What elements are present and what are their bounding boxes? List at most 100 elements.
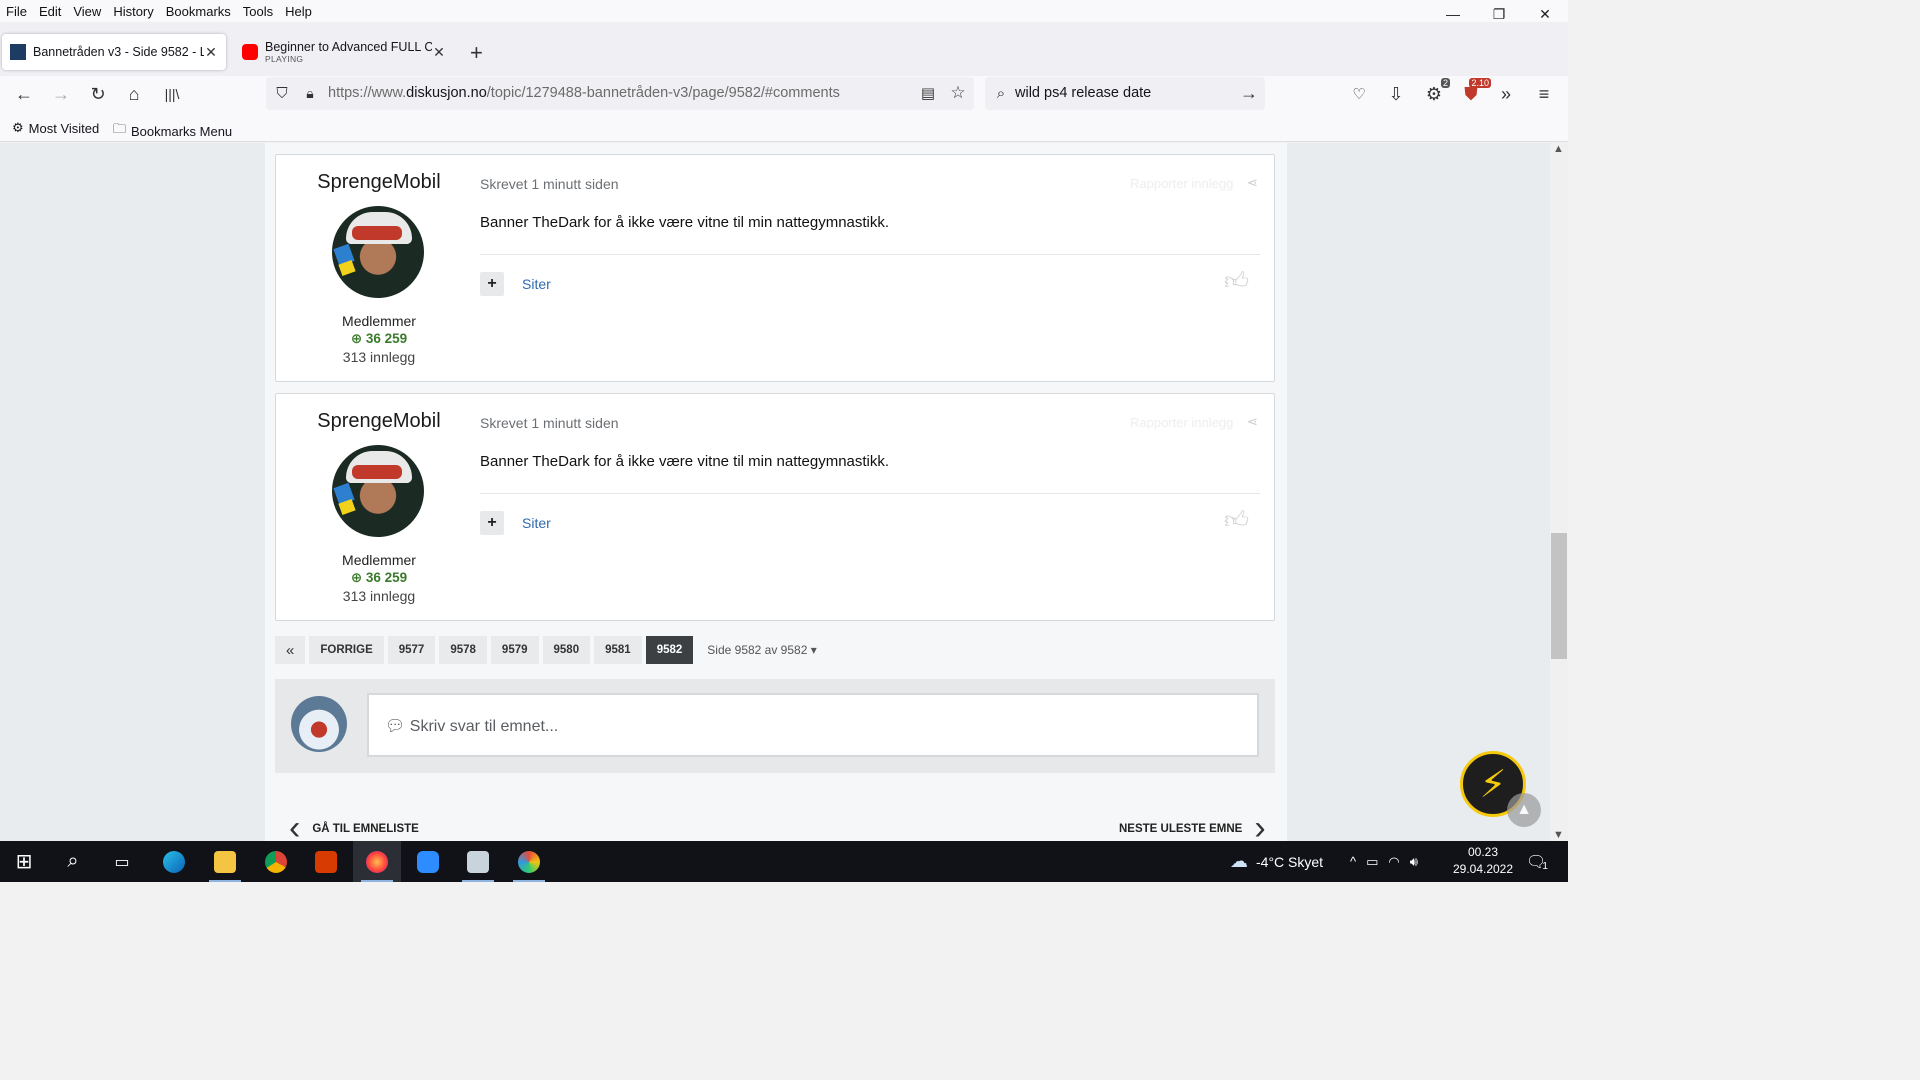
paint-app[interactable]: [505, 841, 553, 882]
next-unread-topic-link[interactable]: NESTE ULESTE EMNE ›: [1119, 809, 1266, 841]
ublock-icon[interactable]: ⛊ 2.10: [1459, 78, 1491, 106]
quote-button[interactable]: Siter: [522, 515, 551, 531]
chevron-up-icon[interactable]: ^: [1350, 854, 1356, 869]
file-explorer-app[interactable]: [201, 841, 249, 882]
firefox-app[interactable]: [353, 841, 401, 882]
multiquote-button[interactable]: +: [480, 511, 504, 535]
tab-title: Bannetråden v3 - Side 9582 - Le: [33, 45, 204, 59]
wifi-icon[interactable]: ◠: [1388, 854, 1399, 870]
extension-badge-icon[interactable]: ⚙ 2: [1422, 78, 1450, 106]
office-app[interactable]: [302, 841, 350, 882]
back-arrow-icon[interactable]: ←: [12, 82, 36, 106]
current-page[interactable]: 9582: [645, 636, 694, 664]
url-bar[interactable]: ⛉ 🔒︎ https://www.diskusjon.no/topic/1279…: [266, 77, 974, 110]
thumbs-up-icon[interactable]: 👍︎: [1224, 268, 1249, 296]
edge-icon: [163, 850, 185, 873]
post-timestamp[interactable]: Skrevet 1 minutt siden: [480, 415, 619, 431]
reply-input[interactable]: 💬︎ Skriv svar til emnet...: [367, 693, 1259, 757]
reader-view-icon[interactable]: ▤: [916, 81, 940, 105]
reply-area: 💬︎ Skriv svar til emnet...: [275, 679, 1275, 773]
scroll-to-top-button[interactable]: ▲: [1507, 793, 1541, 827]
share-icon[interactable]: ⋖: [1247, 175, 1258, 191]
avatar[interactable]: [332, 206, 424, 298]
bookmark-most-visited[interactable]: ⚙ Most Visited: [12, 120, 99, 136]
close-tab-icon[interactable]: ✕: [204, 44, 218, 61]
forum-content: SprengeMobil Medlemmer ⊕ 36 259 313 innl…: [265, 143, 1287, 841]
menu-view[interactable]: View: [67, 4, 107, 19]
hamburger-menu-icon[interactable]: ≡: [1532, 82, 1556, 106]
library-icon[interactable]: |||\: [160, 82, 184, 106]
start-button[interactable]: ⊞: [0, 841, 48, 882]
first-page-button[interactable]: «: [275, 636, 306, 664]
close-tab-icon[interactable]: ✕: [432, 44, 446, 61]
home-icon[interactable]: ⌂: [122, 82, 146, 106]
report-post-link[interactable]: Rapporter innlegg: [1130, 415, 1233, 430]
url-text[interactable]: https://www.diskusjon.no/topic/1279488-b…: [328, 85, 840, 101]
scroll-down-arrow-icon[interactable]: ▼: [1553, 829, 1564, 841]
lightning-bolt-icon: ⚡︎: [1479, 763, 1507, 806]
post-timestamp[interactable]: Skrevet 1 minutt siden: [480, 176, 619, 192]
avatar[interactable]: [332, 445, 424, 537]
tab-diskusjon[interactable]: Bannetråden v3 - Side 9582 - Le ✕: [2, 34, 226, 70]
search-button[interactable]: ⌕: [49, 841, 97, 882]
report-post-link[interactable]: Rapporter innlegg: [1130, 176, 1233, 191]
battery-icon[interactable]: ▭: [1366, 854, 1378, 870]
search-icon: ⌕: [996, 84, 1006, 102]
overflow-chevron-icon[interactable]: »: [1494, 82, 1518, 106]
task-view-icon: ▭: [114, 853, 130, 871]
downloads-icon[interactable]: ⇩: [1384, 82, 1408, 106]
clock[interactable]: 00.23 29.04.2022: [1452, 844, 1514, 878]
post-author[interactable]: SprengeMobil: [316, 410, 442, 433]
weather-widget[interactable]: ☁ -4°C Skyet: [1230, 841, 1323, 882]
menu-help[interactable]: Help: [279, 4, 318, 19]
reply-placeholder: 💬︎ Skriv svar til emnet...: [385, 718, 559, 735]
chrome-app[interactable]: [252, 841, 300, 882]
menu-bookmarks[interactable]: Bookmarks: [160, 4, 237, 19]
scroll-up-arrow-icon[interactable]: ▲: [1553, 143, 1564, 155]
windows-taskbar: ⊞ ⌕ ▭ ☁ -4°C Skyet ^ ▭ ◠ 🔊︎ 00.23 29.04.…: [0, 841, 1568, 882]
page-link[interactable]: 9577: [387, 636, 436, 664]
menu-history[interactable]: History: [107, 4, 159, 19]
thumbs-up-icon[interactable]: 👍︎: [1224, 507, 1249, 535]
page-link[interactable]: 9578: [439, 636, 487, 664]
tab-youtube[interactable]: Beginner to Advanced FULL Cra PLAYING ✕: [234, 34, 454, 70]
page-link[interactable]: 9581: [594, 636, 642, 664]
page-link[interactable]: 9579: [490, 636, 539, 664]
page-link[interactable]: 9580: [542, 636, 591, 664]
multiquote-button[interactable]: +: [480, 272, 504, 296]
forward-arrow-icon[interactable]: →: [49, 82, 73, 106]
zoom-app[interactable]: [404, 841, 452, 882]
search-bar[interactable]: ⌕ wild ps4 release date →: [985, 77, 1265, 110]
page-jump-dropdown[interactable]: Side 9582 av 9582 ▾: [707, 643, 816, 657]
previous-page-button[interactable]: FORRIGE: [309, 636, 384, 664]
volume-icon[interactable]: 🔊︎: [1410, 854, 1418, 870]
reload-icon[interactable]: ↻: [86, 82, 110, 106]
menu-edit[interactable]: Edit: [33, 4, 67, 19]
new-tab-button[interactable]: +: [470, 40, 483, 66]
pocket-icon[interactable]: ♡: [1347, 82, 1371, 106]
chevron-right-icon: ›: [1254, 809, 1266, 841]
shield-icon[interactable]: ⛉: [270, 81, 294, 105]
menu-file[interactable]: File: [0, 4, 33, 19]
bookmark-bookmarks-menu[interactable]: 🗀 Bookmarks Menu: [113, 120, 232, 142]
plus-circle-icon: ⊕: [350, 570, 366, 585]
search-input[interactable]: wild ps4 release date: [1015, 85, 1151, 101]
edge-app[interactable]: [150, 841, 198, 882]
web-page: SprengeMobil Medlemmer ⊕ 36 259 313 innl…: [0, 143, 1550, 841]
post-body: Banner TheDark for å ikke være vitne til…: [480, 453, 890, 470]
menu-bar: File Edit View History Bookmarks Tools H…: [0, 0, 1568, 22]
app-generic[interactable]: [454, 841, 502, 882]
page-scrollbar[interactable]: ▲ ▼: [1550, 143, 1568, 841]
app-icon: [467, 850, 489, 873]
notifications-button[interactable]: 🗨︎ 1: [1526, 841, 1548, 882]
menu-tools[interactable]: Tools: [237, 4, 279, 19]
quote-button[interactable]: Siter: [522, 276, 551, 292]
scrollbar-thumb[interactable]: [1551, 533, 1567, 659]
lock-icon[interactable]: 🔒︎: [298, 81, 322, 105]
share-icon[interactable]: ⋖: [1247, 414, 1258, 430]
post-author[interactable]: SprengeMobil: [316, 171, 442, 194]
task-view-button[interactable]: ▭: [98, 841, 146, 882]
search-go-arrow-icon[interactable]: →: [1237, 81, 1261, 105]
bookmark-star-icon[interactable]: ☆: [946, 81, 970, 105]
go-to-topic-list-link[interactable]: ‹ GÅ TIL EMNELISTE: [289, 809, 419, 841]
